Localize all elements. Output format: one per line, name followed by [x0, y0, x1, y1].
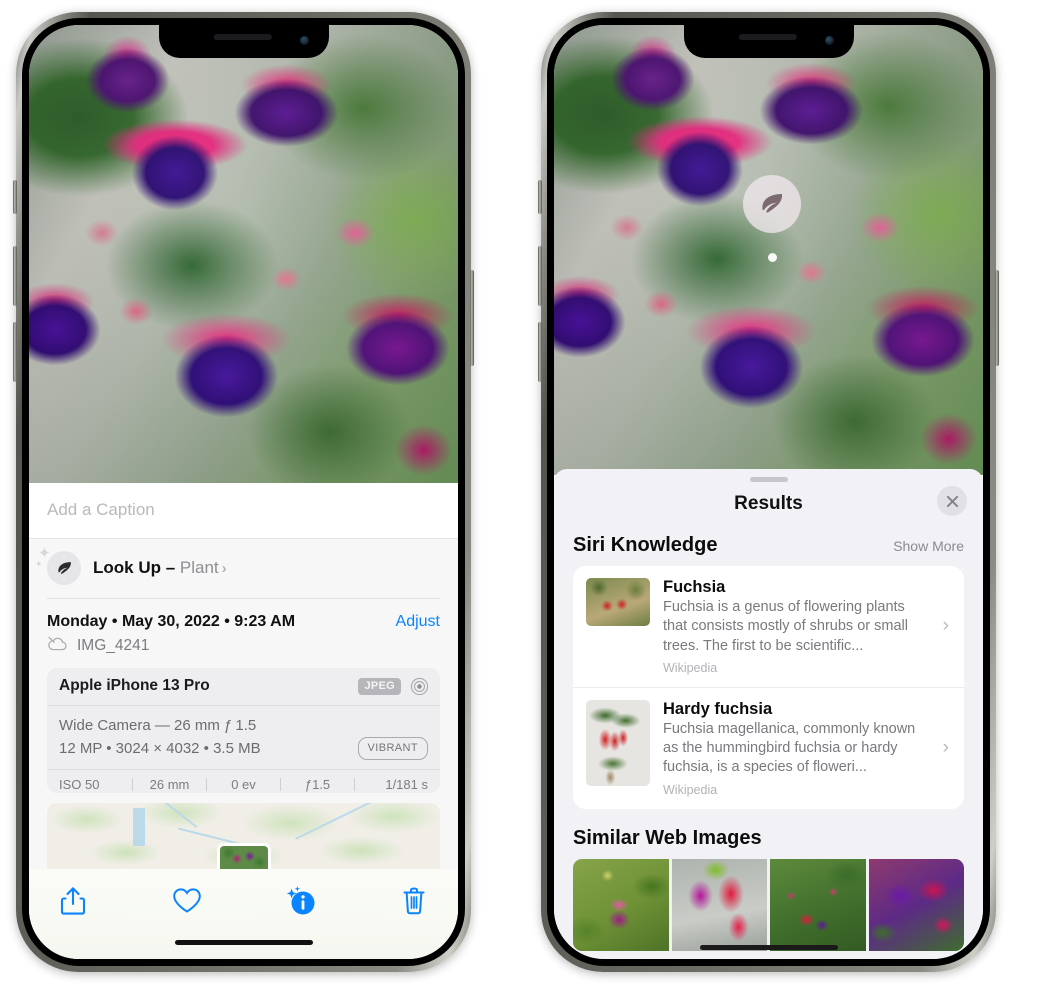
similar-web-images-header: Similar Web Images	[554, 809, 983, 859]
iphone-device-left: Add a Caption ✦ ✦ Look Up – Plant › Mond…	[13, 12, 474, 972]
leaf-icon	[47, 551, 81, 585]
visual-lookup-anchor-dot	[768, 253, 777, 262]
result-description: Fuchsia magellanica, commonly known as t…	[663, 720, 916, 776]
siri-knowledge-title: Siri Knowledge	[573, 534, 718, 556]
photographic-style-badge: VIBRANT	[357, 737, 428, 761]
result-title: Fuchsia	[663, 578, 726, 596]
power-button[interactable]	[470, 270, 474, 366]
look-up-title: Look Up –	[93, 558, 176, 577]
result-thumbnail	[586, 578, 650, 626]
volume-up-button[interactable]	[13, 246, 17, 306]
camera-lens-line: Wide Camera — 26 mm ƒ 1.5	[59, 716, 257, 734]
chevron-right-icon: ›	[221, 560, 227, 577]
similar-web-images-title: Similar Web Images	[573, 826, 762, 849]
web-image-thumbnail[interactable]	[868, 858, 964, 951]
device-bezel-right: Results Siri Knowledge Show More Fuchsia…	[547, 18, 990, 966]
photo-info-panel: Add a Caption ✦ ✦ Look Up – Plant › Mond…	[29, 483, 458, 959]
result-thumbnail	[586, 699, 650, 786]
look-up-icon-wrap: ✦ ✦	[35, 546, 81, 585]
photo-viewer-image[interactable]	[554, 25, 983, 475]
photo-toolbar	[29, 868, 458, 927]
result-title: Hardy fuchsia	[663, 699, 773, 718]
info-button[interactable]	[282, 883, 318, 919]
share-button[interactable]	[55, 883, 91, 919]
device-bezel-left: Add a Caption ✦ ✦ Look Up – Plant › Mond…	[22, 18, 465, 966]
camera-specs-row: 12 MP • 3024 × 4032 • 3.5 MB VIBRANT	[59, 737, 428, 761]
exif-shutter-speed: 1/181 s	[385, 777, 428, 793]
notch	[683, 25, 854, 58]
earpiece-speaker-icon	[213, 34, 272, 40]
look-up-row[interactable]: ✦ ✦ Look Up – Plant ›	[29, 539, 458, 598]
result-source: Wikipedia	[663, 660, 718, 675]
camera-header-right: JPEG	[358, 677, 429, 696]
look-up-label: Look Up – Plant ›	[93, 558, 227, 578]
web-image-thumbnail[interactable]	[573, 858, 669, 951]
screen-left: Add a Caption ✦ ✦ Look Up – Plant › Mond…	[29, 25, 458, 959]
look-up-subject: Plant	[179, 558, 219, 577]
siri-knowledge-header: Siri Knowledge Show More	[554, 528, 983, 566]
chevron-right-icon: ›	[942, 615, 949, 637]
photo-viewer-image[interactable]	[29, 25, 458, 487]
aperture-icon	[410, 677, 429, 696]
silent-switch[interactable]	[538, 180, 542, 214]
close-button[interactable]	[937, 486, 967, 516]
sheet-title: Results	[734, 493, 803, 514]
camera-device-name: Apple iPhone 13 Pro	[59, 677, 210, 695]
adjust-button[interactable]: Adjust	[396, 613, 440, 631]
exif-exposure-value: 0 ev	[231, 777, 256, 793]
map-photo-pin[interactable]	[216, 842, 271, 869]
file-row: IMG_4241	[29, 633, 458, 668]
results-sheet: Results Siri Knowledge Show More Fuchsia…	[554, 469, 983, 959]
screenshot-stage: Add a Caption ✦ ✦ Look Up – Plant › Mond…	[0, 0, 1055, 985]
web-image-thumbnail[interactable]	[770, 858, 866, 951]
result-description: Fuchsia is a genus of flowering plants t…	[663, 599, 908, 654]
photo-date: Monday • May 30, 2022 • 9:23 AM	[47, 612, 296, 630]
notch	[158, 25, 329, 58]
web-image-thumbnail[interactable]	[671, 858, 767, 951]
file-name: IMG_4241	[77, 636, 150, 654]
chevron-right-icon: ›	[942, 737, 949, 759]
home-indicator[interactable]	[174, 940, 313, 946]
camera-body: Wide Camera — 26 mm ƒ 1.5 12 MP • 3024 ×…	[47, 706, 440, 771]
iphone-device-right: Results Siri Knowledge Show More Fuchsia…	[538, 12, 999, 972]
result-body: Hardy fuchsia Fuchsia magellanica, commo…	[663, 700, 930, 797]
camera-header: Apple iPhone 13 Pro JPEG	[47, 668, 440, 706]
result-body: Fuchsia Fuchsia is a genus of flowering …	[663, 578, 930, 675]
earpiece-speaker-icon	[738, 34, 797, 40]
volume-up-button[interactable]	[538, 246, 542, 306]
exif-aperture: ƒ1.5	[304, 777, 331, 793]
exif-focal-length: 26 mm	[149, 777, 190, 793]
favorite-button[interactable]	[169, 883, 205, 919]
sheet-header: Results	[554, 482, 983, 528]
format-badge: JPEG	[358, 677, 401, 695]
power-button[interactable]	[995, 270, 999, 366]
camera-specs-line: 12 MP • 3024 × 4032 • 3.5 MB	[59, 740, 261, 758]
icloud-slash-icon	[47, 636, 68, 656]
silent-switch[interactable]	[13, 180, 17, 214]
exif-row: ISO 50 26 mm 0 ev ƒ1.5 1/181 s	[47, 770, 440, 792]
exif-iso: ISO 50	[59, 777, 100, 793]
visual-lookup-badge[interactable]	[743, 175, 801, 233]
siri-knowledge-list: Fuchsia Fuchsia is a genus of flowering …	[573, 566, 964, 809]
front-camera-icon	[299, 36, 309, 45]
date-row: Monday • May 30, 2022 • 9:23 AM Adjust	[29, 599, 458, 633]
screen-right: Results Siri Knowledge Show More Fuchsia…	[554, 25, 983, 959]
home-indicator-area-left	[29, 926, 458, 959]
delete-button[interactable]	[396, 883, 432, 919]
sparkle-small-icon: ✦	[35, 559, 43, 569]
caption-input[interactable]: Add a Caption	[29, 483, 458, 539]
home-indicator[interactable]	[699, 945, 838, 950]
show-more-button[interactable]: Show More	[893, 538, 964, 554]
map-pin-thumbnail	[219, 845, 268, 869]
volume-down-button[interactable]	[538, 322, 542, 382]
front-camera-icon	[824, 36, 834, 45]
result-source: Wikipedia	[663, 782, 718, 797]
list-item[interactable]: Fuchsia Fuchsia is a genus of flowering …	[573, 566, 964, 687]
volume-down-button[interactable]	[13, 322, 17, 382]
location-map-thumbnail[interactable]	[47, 802, 440, 869]
list-item[interactable]: Hardy fuchsia Fuchsia magellanica, commo…	[573, 686, 964, 809]
camera-info-card: Apple iPhone 13 Pro JPEG Wide Camera — 2…	[47, 667, 440, 793]
similar-web-images-strip[interactable]	[573, 858, 964, 951]
